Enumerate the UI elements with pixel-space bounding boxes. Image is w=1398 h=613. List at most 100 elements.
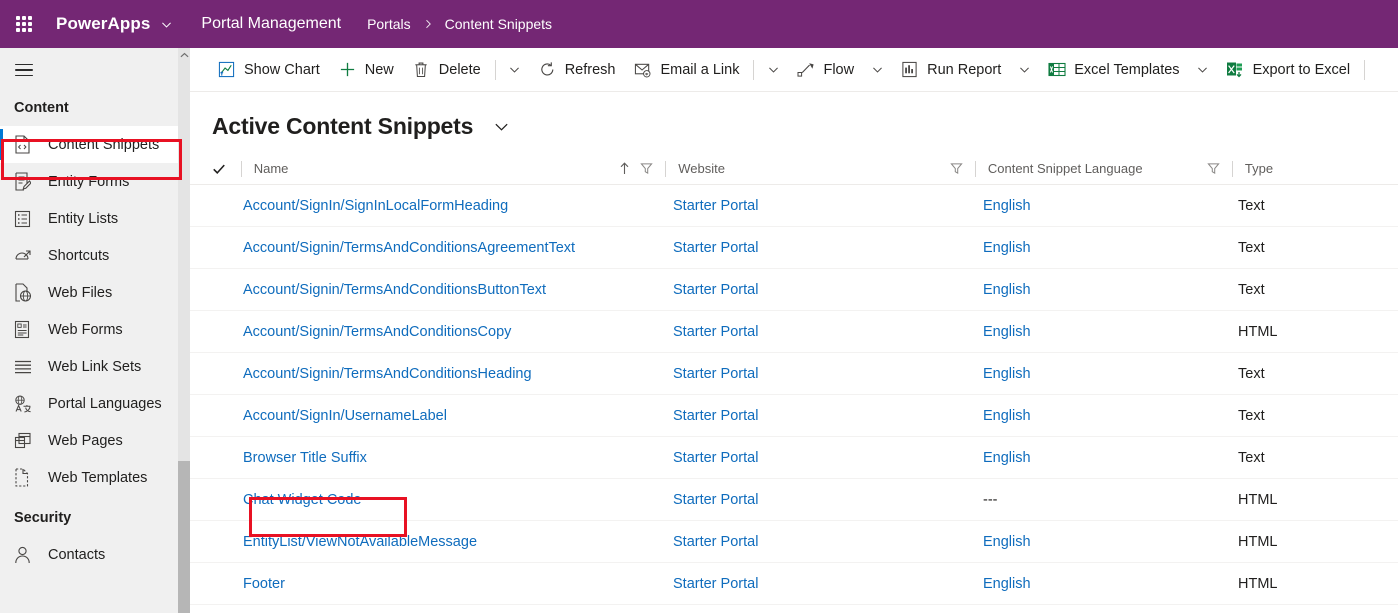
sidebar-scrollbar-thumb[interactable] bbox=[178, 461, 190, 613]
table-row[interactable]: Browser Title Suffix Starter Portal Engl… bbox=[190, 437, 1398, 479]
flow-button[interactable]: Flow bbox=[787, 48, 863, 91]
row-website-link[interactable]: Starter Portal bbox=[673, 282, 758, 298]
breadcrumb-item-portals[interactable]: Portals bbox=[367, 16, 411, 32]
row-website-link[interactable]: Starter Portal bbox=[673, 324, 758, 340]
app-launcher-button[interactable] bbox=[0, 0, 48, 48]
brand-title[interactable]: PowerApps bbox=[56, 14, 150, 34]
run-report-overflow-caret[interactable] bbox=[1010, 48, 1038, 91]
row-name-link[interactable]: Account/SignIn/UsernameLabel bbox=[243, 408, 447, 424]
row-website-link[interactable]: Starter Portal bbox=[673, 576, 758, 592]
table-row[interactable]: Account/Signin/TermsAndConditionsHeading… bbox=[190, 353, 1398, 395]
table-row[interactable]: Account/SignIn/SignInLocalFormHeading St… bbox=[190, 185, 1398, 227]
filter-icon[interactable] bbox=[640, 162, 653, 175]
row-name-link[interactable]: Account/Signin/TermsAndConditionsCopy bbox=[243, 324, 511, 340]
sidebar-item-web-link-sets[interactable]: Web Link Sets bbox=[0, 348, 190, 385]
row-website-link[interactable]: Starter Portal bbox=[673, 198, 758, 214]
flow-overflow-caret[interactable] bbox=[863, 48, 891, 91]
table-row[interactable]: Account/Signin/TermsAndConditionsCopy St… bbox=[190, 311, 1398, 353]
app-name[interactable]: Portal Management bbox=[201, 15, 341, 33]
filter-icon[interactable] bbox=[950, 162, 963, 175]
row-website-link[interactable]: Starter Portal bbox=[673, 366, 758, 382]
cell-language: English bbox=[952, 185, 1207, 227]
cell-type: HTML bbox=[1207, 563, 1367, 605]
row-name-link[interactable]: EntityList/ViewNotAvailableMessage bbox=[243, 534, 477, 550]
sidebar-item-entity-lists[interactable]: Entity Lists bbox=[0, 200, 190, 237]
sidebar-item-shortcuts[interactable]: Shortcuts bbox=[0, 237, 190, 274]
column-header-website[interactable]: Website bbox=[678, 153, 975, 185]
hamburger-menu-icon bbox=[15, 60, 33, 81]
table-row[interactable]: Account/SignIn/UsernameLabel Starter Por… bbox=[190, 395, 1398, 437]
select-all-checkbox[interactable] bbox=[212, 162, 241, 176]
chevron-down-icon[interactable] bbox=[493, 118, 510, 135]
excel-templates-overflow-caret[interactable] bbox=[1189, 48, 1217, 91]
row-website-link[interactable]: Starter Portal bbox=[673, 492, 758, 508]
row-website-link[interactable]: Starter Portal bbox=[673, 450, 758, 466]
sidebar-item-entity-forms[interactable]: Entity Forms bbox=[0, 163, 190, 200]
row-website-link[interactable]: Starter Portal bbox=[673, 408, 758, 424]
row-name-link[interactable]: Browser Title Suffix bbox=[243, 450, 367, 466]
export-to-excel-button[interactable]: Export to Excel bbox=[1217, 48, 1360, 91]
email-link-overflow-caret[interactable] bbox=[759, 48, 787, 91]
row-website-link[interactable]: Starter Portal bbox=[673, 534, 758, 550]
sidebar-collapse-button[interactable] bbox=[0, 48, 48, 92]
cell-website: Starter Portal bbox=[642, 353, 952, 395]
email-a-link-button[interactable]: Email a Link bbox=[624, 48, 748, 91]
table-row[interactable]: EntityList/ViewNotAvailableMessage Start… bbox=[190, 521, 1398, 563]
table-row[interactable]: Chat Widget Code Starter Portal --- HTML bbox=[190, 479, 1398, 521]
row-language-link[interactable]: English bbox=[983, 408, 1031, 424]
excel-template-icon bbox=[1047, 61, 1066, 79]
sidebar-item-web-templates[interactable]: Web Templates bbox=[0, 459, 190, 496]
row-type-value: HTML bbox=[1238, 323, 1278, 340]
command-divider bbox=[1364, 59, 1366, 80]
row-name-link[interactable]: Account/Signin/TermsAndConditionsHeading bbox=[243, 366, 532, 382]
delete-overflow-caret[interactable] bbox=[501, 48, 529, 91]
new-button[interactable]: New bbox=[329, 48, 403, 91]
chevron-up-icon[interactable] bbox=[178, 48, 190, 62]
row-language-link[interactable]: English bbox=[983, 450, 1031, 466]
row-language-link[interactable]: English bbox=[983, 282, 1031, 298]
row-language-link[interactable]: English bbox=[983, 240, 1031, 256]
sidebar-item-web-files[interactable]: Web Files bbox=[0, 274, 190, 311]
row-language-link[interactable]: English bbox=[983, 198, 1031, 214]
refresh-button[interactable]: Refresh bbox=[529, 48, 625, 91]
row-name-link[interactable]: Account/Signin/TermsAndConditionsAgreeme… bbox=[243, 240, 575, 256]
cell-type: Text bbox=[1207, 227, 1367, 269]
sidebar-item-web-forms[interactable]: Web Forms bbox=[0, 311, 190, 348]
column-header-type[interactable]: Type bbox=[1245, 153, 1398, 185]
chevron-down-icon[interactable] bbox=[160, 18, 173, 31]
sidebar-item-contacts[interactable]: Contacts bbox=[0, 536, 190, 573]
row-name-link[interactable]: Footer bbox=[243, 576, 285, 592]
column-header-name[interactable]: Name bbox=[254, 153, 666, 185]
table-row[interactable]: Account/Signin/TermsAndConditionsAgreeme… bbox=[190, 227, 1398, 269]
sidebar-scrollbar[interactable] bbox=[178, 48, 190, 613]
show-chart-button[interactable]: Show Chart bbox=[208, 48, 329, 91]
row-language-link[interactable]: English bbox=[983, 324, 1031, 340]
filter-icon[interactable] bbox=[1207, 162, 1220, 175]
sidebar-item-web-pages[interactable]: Web Pages bbox=[0, 422, 190, 459]
cell-type: HTML bbox=[1207, 311, 1367, 353]
run-report-button[interactable]: Run Report bbox=[891, 48, 1010, 91]
command-divider bbox=[753, 59, 755, 80]
excel-export-icon bbox=[1226, 61, 1245, 79]
row-name-link[interactable]: Account/Signin/TermsAndConditionsButtonT… bbox=[243, 282, 546, 298]
checkmark-icon bbox=[213, 164, 225, 174]
delete-button[interactable]: Delete bbox=[403, 48, 490, 91]
row-website-link[interactable]: Starter Portal bbox=[673, 240, 758, 256]
row-type-value: HTML bbox=[1238, 491, 1278, 508]
sidebar-item-content-snippets[interactable]: Content Snippets bbox=[0, 126, 190, 163]
cell-website: Starter Portal bbox=[642, 521, 952, 563]
table-row[interactable]: Footer Starter Portal English HTML bbox=[190, 563, 1398, 605]
excel-templates-button[interactable]: Excel Templates bbox=[1038, 48, 1188, 91]
column-header-content-snippet-language[interactable]: Content Snippet Language bbox=[988, 153, 1232, 185]
cell-name: Account/Signin/TermsAndConditionsAgreeme… bbox=[212, 227, 642, 269]
row-language-link[interactable]: English bbox=[983, 534, 1031, 550]
sidebar-item-portal-languages[interactable]: Portal Languages bbox=[0, 385, 190, 422]
breadcrumb-item-content-snippets[interactable]: Content Snippets bbox=[445, 16, 552, 32]
table-row[interactable]: Account/Signin/TermsAndConditionsButtonT… bbox=[190, 269, 1398, 311]
row-name-link[interactable]: Account/SignIn/SignInLocalFormHeading bbox=[243, 198, 508, 214]
row-language-link[interactable]: English bbox=[983, 576, 1031, 592]
sidebar-group-security: Security bbox=[14, 510, 72, 526]
row-type-value: Text bbox=[1238, 281, 1265, 298]
row-language-link[interactable]: English bbox=[983, 366, 1031, 382]
row-name-link[interactable]: Chat Widget Code bbox=[243, 492, 361, 508]
